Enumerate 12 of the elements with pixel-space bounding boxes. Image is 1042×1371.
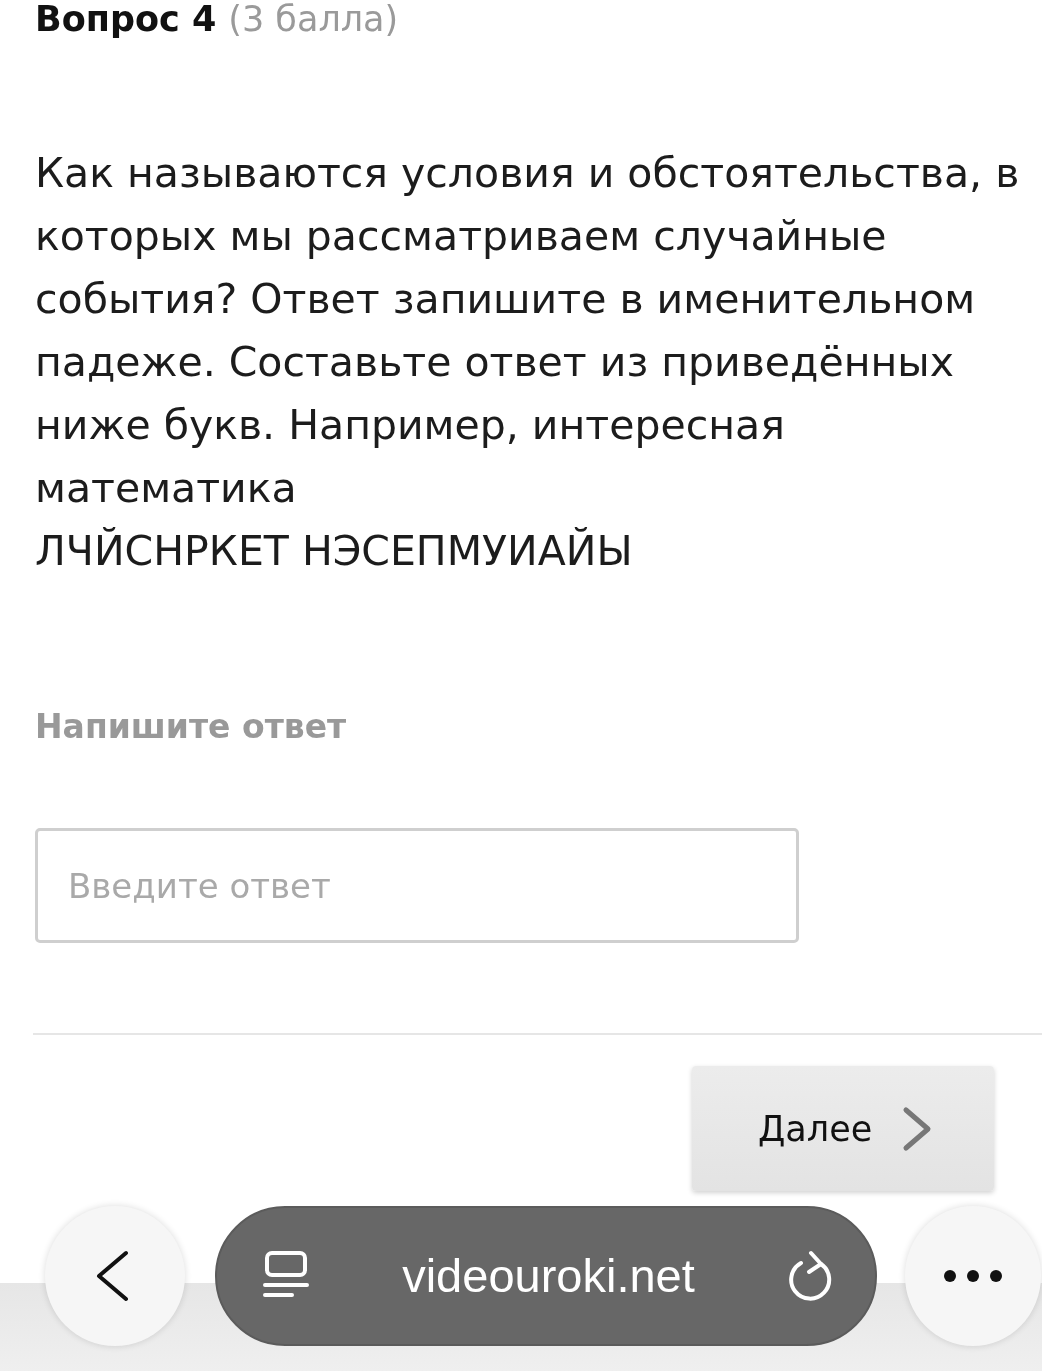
next-button[interactable]: Далее (692, 1066, 994, 1191)
answer-label: Напишите ответ (35, 707, 347, 747)
back-icon (95, 1250, 129, 1302)
more-icon (943, 1269, 1003, 1283)
answer-field[interactable]: Введите ответ (35, 828, 799, 943)
question-number: Вопрос 4 (35, 0, 217, 38)
question-points: (3 балла) (228, 0, 399, 38)
address-bar[interactable]: videouroki.net (215, 1206, 877, 1346)
letters-text: ЛЧЙСНРКЕТ НЭСЕПМУИАЙЫ (35, 526, 633, 577)
chevron-right-icon (902, 1105, 933, 1152)
url-text: videouroki.net (402, 1248, 695, 1304)
question-text: Как называются условия и обстоятельства, в которых мы рассматриваем случайные события? Ответ запишите в именительном падеже. Составьте ответ из приведённых ниже букв. Например, интересная математика (35, 148, 1021, 514)
